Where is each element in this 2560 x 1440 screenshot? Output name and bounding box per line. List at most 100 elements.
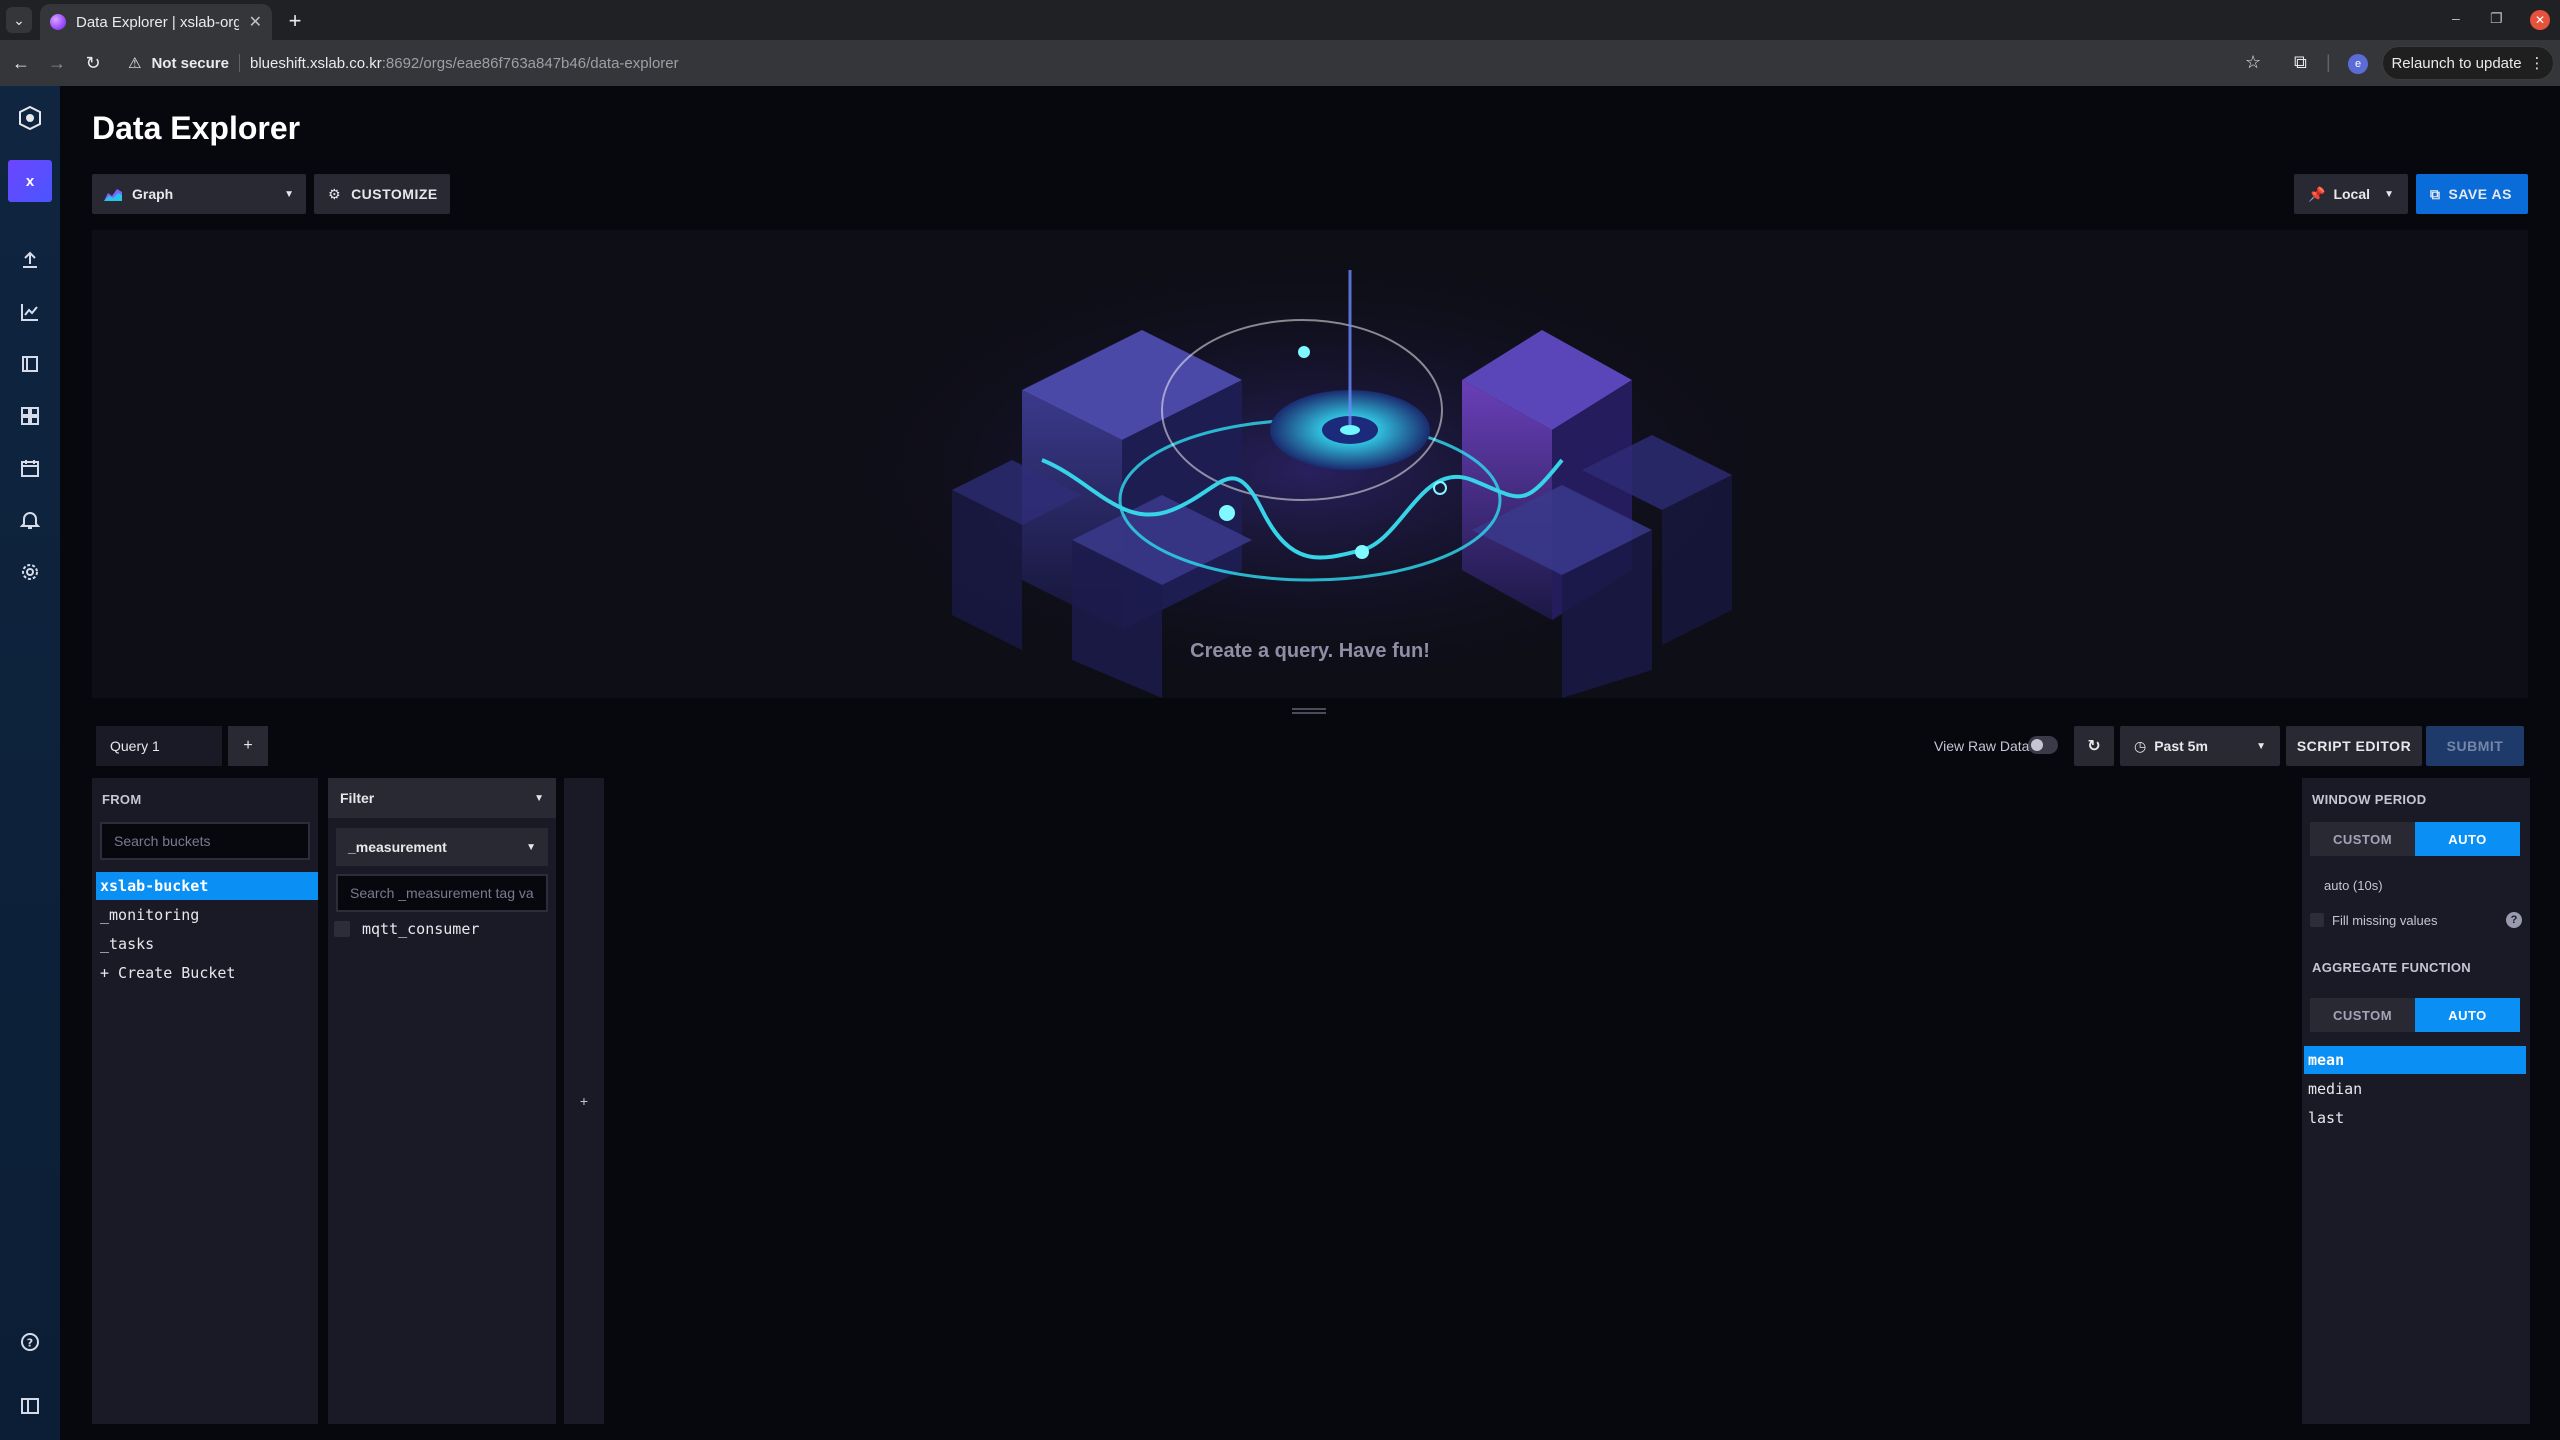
main-content: Data Explorer Graph ▼ ⚙ CUSTOMIZE 📌 Loca… <box>60 86 2560 1440</box>
influx-logo-icon[interactable] <box>18 106 42 130</box>
query-tab[interactable]: Query 1 <box>96 726 222 766</box>
relaunch-button[interactable]: Relaunch to update ⋮ <box>2382 46 2554 80</box>
close-icon: ✕ <box>2534 13 2546 27</box>
bucket-item[interactable]: _tasks <box>96 930 318 958</box>
window-close-button[interactable]: ✕ <box>2530 10 2550 30</box>
divider: | <box>2326 52 2331 72</box>
export-icon: ⧉ <box>2430 185 2441 202</box>
aggregate-function-item[interactable]: last <box>2304 1104 2526 1132</box>
refresh-button[interactable]: ↻ <box>2074 726 2114 766</box>
aggregate-function-item[interactable]: mean <box>2304 1046 2526 1074</box>
view-raw-data-toggle[interactable] <box>2028 736 2058 754</box>
forward-button[interactable]: → <box>44 50 70 76</box>
checkbox[interactable] <box>334 921 350 937</box>
add-query-button[interactable]: + <box>228 726 268 766</box>
empty-state-illustration <box>830 250 1790 698</box>
script-editor-button[interactable]: SCRIPT EDITOR <box>2286 726 2422 766</box>
settings-icon <box>22 564 38 580</box>
fill-missing-row[interactable]: Fill missing values ? <box>2310 912 2522 928</box>
tag-value-search-input[interactable] <box>336 874 548 912</box>
graph-area: Create a query. Have fun! <box>92 230 2528 698</box>
sidebar-item-settings[interactable] <box>0 552 60 592</box>
url-text[interactable]: blueshift.xslab.co.kr:8692/orgs/eae86f76… <box>250 55 679 72</box>
customize-button[interactable]: ⚙ CUSTOMIZE <box>314 174 450 214</box>
window-period-auto-button[interactable]: AUTO <box>2415 822 2520 856</box>
sidebar-item-notebooks[interactable] <box>0 344 60 384</box>
sidebar-item-dashboards[interactable] <box>0 396 60 436</box>
checkbox[interactable] <box>2310 913 2324 927</box>
tasks-icon <box>21 460 39 477</box>
sidebar-item-data-explorer[interactable] <box>0 292 60 332</box>
help-icon[interactable]: ? <box>2506 912 2522 928</box>
notebook-icon <box>22 356 38 372</box>
time-range-dropdown[interactable]: ◷ Past 5m ▼ <box>2120 726 2280 766</box>
favicon-icon <box>50 14 66 30</box>
gear-icon: ⚙ <box>328 185 342 202</box>
browser-titlebar: ⌄ Data Explorer | xslab-org ✕ + – ❐ ✕ <box>0 0 2560 40</box>
extensions-icon[interactable]: ⧉ <box>2294 52 2307 73</box>
tag-value-item[interactable]: mqtt_consumer <box>334 920 479 938</box>
url-path: :8692/orgs/eae86f763a847b46/data-explore… <box>381 54 679 72</box>
alerts-icon <box>20 512 40 529</box>
address-bar[interactable]: ⚠ Not secure blueshift.xslab.co.kr:8692/… <box>118 46 2338 80</box>
sidebar-collapse-button[interactable] <box>0 1386 60 1426</box>
upload-icon <box>23 251 37 268</box>
sidebar-item-alerts[interactable] <box>0 500 60 540</box>
filter-label: Filter <box>340 790 375 806</box>
star-icon[interactable]: ☆ <box>2245 52 2261 73</box>
collapse-icon <box>21 1398 39 1414</box>
panel-resize-handle[interactable] <box>1292 708 1326 714</box>
create-bucket-item[interactable]: + Create Bucket <box>96 959 318 987</box>
caret-down-icon: ▼ <box>284 188 294 200</box>
view-raw-data-label: View Raw Data <box>1934 738 2030 754</box>
tag-key-label: _measurement <box>348 839 447 855</box>
org-switcher-button[interactable]: x <box>8 160 52 202</box>
restore-icon[interactable]: ❐ <box>2490 10 2503 27</box>
tag-key-dropdown[interactable]: _measurement ▼ <box>336 828 548 866</box>
fill-missing-label: Fill missing values <box>2332 912 2438 928</box>
bucket-item[interactable]: _monitoring <box>96 901 318 929</box>
profile-avatar[interactable]: e <box>2348 54 2368 74</box>
new-tab-button[interactable]: + <box>282 8 308 34</box>
submit-button[interactable]: SUBMIT <box>2426 726 2524 766</box>
save-as-label: SAVE AS <box>2448 186 2512 202</box>
plus-icon: + <box>288 8 302 33</box>
aggregate-panel: WINDOW PERIOD CUSTOM AUTO auto (10s) Fil… <box>2302 778 2530 1424</box>
back-button[interactable]: ← <box>8 50 34 76</box>
aggregate-function-item[interactable]: median <box>2304 1075 2526 1103</box>
save-as-button[interactable]: ⧉ SAVE AS <box>2416 174 2528 214</box>
chevron-down-icon: ⌄ <box>13 11 25 28</box>
url-host: blueshift.xslab.co.kr <box>249 54 382 72</box>
add-filter-button[interactable]: + <box>564 778 604 1424</box>
graph-type-icon <box>104 189 122 201</box>
tag-value-label: mqtt_consumer <box>362 920 480 938</box>
visualization-type-dropdown[interactable]: Graph ▼ <box>92 174 306 214</box>
close-icon[interactable]: ✕ <box>249 12 262 32</box>
relaunch-label: Relaunch to update <box>2391 54 2522 72</box>
reload-button[interactable]: ↻ <box>80 50 106 76</box>
tab-search-button[interactable]: ⌄ <box>6 7 32 33</box>
more-vert-icon: ⋮ <box>2529 55 2545 72</box>
sidebar-item-tasks[interactable] <box>0 448 60 488</box>
minimize-icon[interactable]: – <box>2452 10 2460 26</box>
dashboards-icon <box>21 407 39 425</box>
bucket-search-input[interactable] <box>100 822 310 860</box>
time-range-label: Past 5m <box>2154 738 2208 754</box>
filter-function-dropdown[interactable]: Filter ▼ <box>328 778 556 818</box>
bucket-item[interactable]: xslab-bucket <box>96 872 318 900</box>
caret-down-icon: ▼ <box>2384 188 2394 200</box>
security-label[interactable]: Not secure <box>151 55 229 72</box>
browser-tab[interactable]: Data Explorer | xslab-org ✕ <box>40 4 272 40</box>
help-icon: ? <box>21 1333 39 1351</box>
caret-down-icon: ▼ <box>526 841 536 853</box>
timezone-dropdown[interactable]: 📌 Local ▼ <box>2294 174 2408 214</box>
app-sidebar: x ? <box>0 86 60 1440</box>
aggregate-auto-button[interactable]: AUTO <box>2415 998 2520 1032</box>
sidebar-item-help[interactable]: ? <box>0 1322 60 1362</box>
aggregate-custom-button[interactable]: CUSTOM <box>2310 998 2415 1032</box>
avatar: e <box>2354 58 2362 70</box>
window-period-custom-button[interactable]: CUSTOM <box>2310 822 2415 856</box>
tab-title: Data Explorer | xslab-org <box>76 13 239 31</box>
graph-icon <box>21 304 38 321</box>
sidebar-item-load-data[interactable] <box>0 240 60 280</box>
